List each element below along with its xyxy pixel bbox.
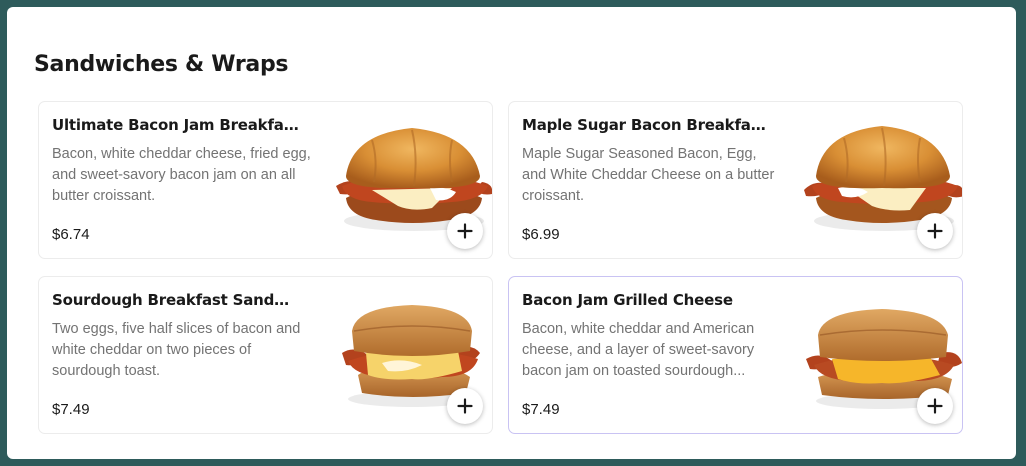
menu-panel: Sandwiches & Wraps Ultimate Bacon Jam Br… [7,7,1016,459]
item-description: Bacon, white cheddar and American cheese… [522,321,755,379]
plus-icon [927,223,943,239]
item-price: $7.49 [522,401,560,418]
menu-item-card[interactable]: Sourdough Breakfast Sandwich Two eggs, f… [38,276,493,434]
item-name: Sourdough Breakfast Sandwich [52,291,302,309]
add-to-cart-button[interactable] [917,388,953,424]
menu-item-card[interactable]: Ultimate Bacon Jam Breakfast S... Bacon,… [38,101,493,259]
item-price: $6.99 [522,226,560,243]
item-description: Two eggs, five half slices of bacon and … [52,321,301,379]
add-to-cart-button[interactable] [447,388,483,424]
item-price: $7.49 [52,401,90,418]
plus-icon [927,398,943,414]
item-description: Maple Sugar Seasoned Bacon, Egg, and Whi… [522,146,775,204]
add-to-cart-button[interactable] [917,213,953,249]
menu-item-card[interactable]: Maple Sugar Bacon Breakfast Sa... Maple … [508,101,963,259]
add-to-cart-button[interactable] [447,213,483,249]
item-description: Bacon, white cheddar cheese, fried egg, … [52,146,311,204]
item-price: $6.74 [52,226,90,243]
item-name: Ultimate Bacon Jam Breakfast S... [52,116,302,134]
plus-icon [457,223,473,239]
item-name: Bacon Jam Grilled Cheese [522,291,733,309]
plus-icon [457,398,473,414]
item-name: Maple Sugar Bacon Breakfast Sa... [522,116,772,134]
section-title: Sandwiches & Wraps [34,52,289,77]
menu-item-card[interactable]: Bacon Jam Grilled Cheese Bacon, white ch… [508,276,963,434]
